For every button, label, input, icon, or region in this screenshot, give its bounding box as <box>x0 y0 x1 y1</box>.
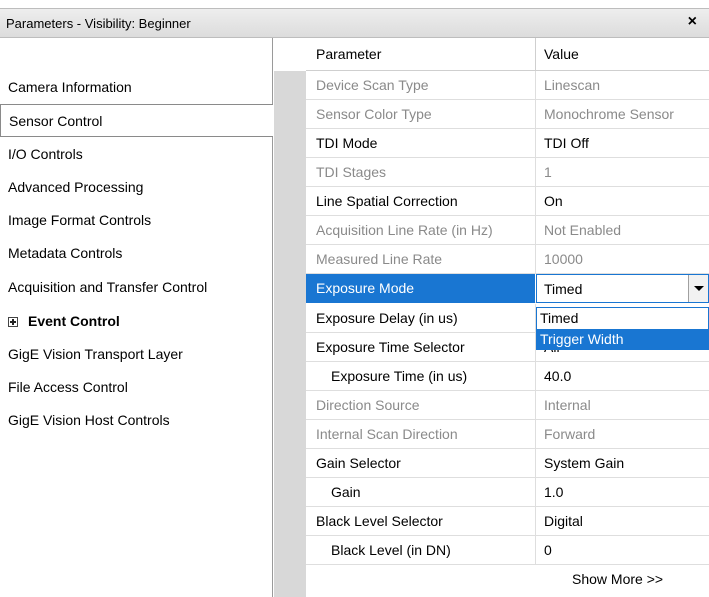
row-acquisition-line-rate[interactable]: Acquisition Line Rate (in Hz) Not Enable… <box>306 216 709 245</box>
column-divider <box>535 362 536 391</box>
parameter-name: Exposure Mode <box>316 280 415 296</box>
close-icon[interactable]: × <box>688 13 697 31</box>
column-divider <box>535 38 536 71</box>
row-line-spatial-correction[interactable]: Line Spatial Correction On <box>306 187 709 216</box>
exposure-mode-select[interactable]: Timed <box>536 274 709 303</box>
parameter-value: 10000 <box>544 251 583 267</box>
column-divider <box>535 216 536 245</box>
parameter-value[interactable]: TDI Off <box>544 135 589 151</box>
parameter-name: TDI Mode <box>316 135 378 151</box>
dropdown-option-trigger-width[interactable]: Trigger Width <box>537 329 708 349</box>
column-divider <box>535 158 536 187</box>
parameter-name: Exposure Delay (in us) <box>316 310 458 326</box>
category-label: Acquisition and Transfer Control <box>8 279 208 295</box>
column-divider <box>535 129 536 158</box>
parameter-name: Exposure Time (in us) <box>331 368 468 384</box>
parameter-value[interactable]: 0 <box>544 542 552 558</box>
category-acquisition-transfer-control[interactable]: Acquisition and Transfer Control <box>0 271 273 304</box>
parameter-name: Internal Scan Direction <box>316 426 458 442</box>
parameter-name: Line Spatial Correction <box>316 193 458 209</box>
parameter-name: Black Level Selector <box>316 513 443 529</box>
column-divider <box>535 536 536 565</box>
parameter-name: Measured Line Rate <box>316 251 443 267</box>
row-measured-line-rate[interactable]: Measured Line Rate 10000 <box>306 245 709 274</box>
row-exposure-mode[interactable]: Exposure Mode Timed <box>306 274 709 303</box>
row-tdi-mode[interactable]: TDI Mode TDI Off <box>306 129 709 158</box>
parameter-name: Direction Source <box>316 397 420 413</box>
category-image-format-controls[interactable]: Image Format Controls <box>0 204 273 237</box>
category-label: File Access Control <box>8 379 128 395</box>
value-column-header: Value <box>544 46 579 62</box>
column-divider <box>535 100 536 129</box>
chevron-down-icon[interactable] <box>688 275 708 302</box>
category-gige-vision-host-controls[interactable]: GigE Vision Host Controls <box>0 404 273 437</box>
parameter-value: Internal <box>544 397 591 413</box>
row-internal-scan-direction[interactable]: Internal Scan Direction Forward <box>306 420 709 449</box>
show-more-button[interactable]: Show More >> <box>572 571 663 587</box>
expand-icon[interactable] <box>8 317 18 327</box>
parameter-value: Timed <box>544 281 583 297</box>
window-title: Parameters - Visibility: Beginner <box>6 16 191 31</box>
grid-indent-strip <box>274 71 306 597</box>
parameter-name: Black Level (in DN) <box>331 542 451 558</box>
category-label: Image Format Controls <box>8 212 152 228</box>
category-gige-vision-transport-layer[interactable]: GigE Vision Transport Layer <box>0 338 273 371</box>
parameter-name: Device Scan Type <box>316 77 429 93</box>
parameter-name: Gain <box>331 484 361 500</box>
grid-header: Parameter Value <box>306 38 709 71</box>
column-divider <box>535 449 536 478</box>
column-divider <box>535 478 536 507</box>
category-label: GigE Vision Host Controls <box>8 412 170 428</box>
category-file-access-control[interactable]: File Access Control <box>0 371 273 404</box>
parameter-value: 1 <box>544 164 552 180</box>
category-label: I/O Controls <box>8 146 83 162</box>
category-camera-information[interactable]: Camera Information <box>0 71 273 104</box>
row-direction-source[interactable]: Direction Source Internal <box>306 391 709 420</box>
category-label: Sensor Control <box>9 113 103 129</box>
category-sensor-control[interactable]: Sensor Control <box>0 104 273 137</box>
category-event-control[interactable]: Event Control <box>0 305 273 338</box>
category-label: Event Control <box>28 313 120 329</box>
column-divider <box>535 507 536 536</box>
dropdown-option-timed[interactable]: Timed <box>537 308 708 328</box>
parameter-name: Gain Selector <box>316 455 401 471</box>
column-divider <box>535 420 536 449</box>
parameter-name: Sensor Color Type <box>316 106 432 122</box>
row-gain-selector[interactable]: Gain Selector System Gain <box>306 449 709 478</box>
title-bar: Parameters - Visibility: Beginner × <box>0 8 709 38</box>
category-io-controls[interactable]: I/O Controls <box>0 138 273 171</box>
parameter-name: Acquisition Line Rate (in Hz) <box>316 222 493 238</box>
row-black-level-selector[interactable]: Black Level Selector Digital <box>306 507 709 536</box>
category-panel: Camera Information Sensor Control I/O Co… <box>0 38 273 597</box>
category-label: Advanced Processing <box>8 179 144 195</box>
parameter-value: Monochrome Sensor <box>544 106 674 122</box>
category-label: GigE Vision Transport Layer <box>8 346 183 362</box>
row-exposure-time[interactable]: Exposure Time (in us) 40.0 <box>306 362 709 391</box>
category-label: Camera Information <box>8 79 132 95</box>
parameter-value: Linescan <box>544 77 601 93</box>
row-device-scan-type[interactable]: Device Scan Type Linescan <box>306 71 709 100</box>
parameter-column-header: Parameter <box>316 46 382 62</box>
parameter-name: TDI Stages <box>316 164 387 180</box>
category-label: Metadata Controls <box>8 245 123 261</box>
parameter-value[interactable]: On <box>544 193 563 209</box>
column-divider <box>535 391 536 420</box>
column-divider <box>535 187 536 216</box>
column-divider <box>535 245 536 274</box>
parameter-value[interactable]: System Gain <box>544 455 624 471</box>
row-gain[interactable]: Gain 1.0 <box>306 478 709 507</box>
exposure-mode-dropdown-list: Timed Trigger Width <box>536 307 709 350</box>
row-sensor-color-type[interactable]: Sensor Color Type Monochrome Sensor <box>306 100 709 129</box>
parameter-value: Forward <box>544 426 596 442</box>
parameter-value[interactable]: 40.0 <box>544 368 571 384</box>
parameter-value[interactable]: Digital <box>544 513 583 529</box>
row-tdi-stages[interactable]: TDI Stages 1 <box>306 158 709 187</box>
parameter-name: Exposure Time Selector <box>316 339 465 355</box>
parameter-value[interactable]: 1.0 <box>544 484 563 500</box>
category-advanced-processing[interactable]: Advanced Processing <box>0 171 273 204</box>
parameter-value: Not Enabled <box>544 222 622 238</box>
row-black-level[interactable]: Black Level (in DN) 0 <box>306 536 709 565</box>
category-metadata-controls[interactable]: Metadata Controls <box>0 237 273 270</box>
column-divider <box>535 71 536 100</box>
